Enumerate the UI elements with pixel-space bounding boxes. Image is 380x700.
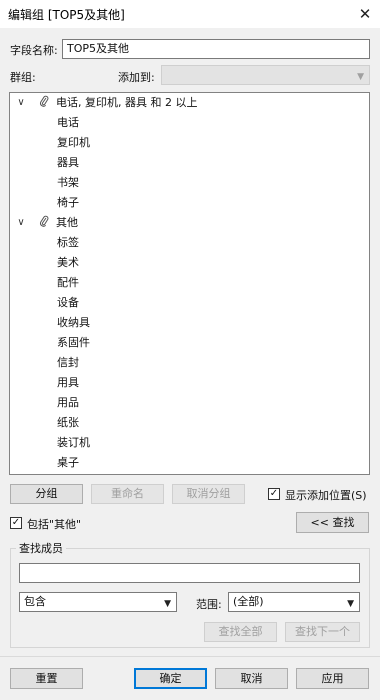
cancel-button[interactable]: 取消 xyxy=(215,668,288,689)
tree-group-row[interactable]: ∨ 电话, 复印机, 器具 和 2 以上 xyxy=(10,93,369,113)
find-next-button[interactable]: 查找下一个 xyxy=(285,622,360,642)
dropdown-arrow-icon: ▼ xyxy=(164,599,171,609)
tree-group-row[interactable]: ∨ 其他 xyxy=(10,213,369,233)
tree-item[interactable]: 信封 xyxy=(10,353,369,373)
tree-item-label: 标签 xyxy=(57,236,79,249)
scope-value: (全部) xyxy=(233,595,264,608)
tree-item[interactable]: 椅子 xyxy=(10,193,369,213)
tree-item[interactable]: 配件 xyxy=(10,273,369,293)
tree-group-label: 电话, 复印机, 器具 和 2 以上 xyxy=(56,96,198,109)
tree-item[interactable]: 器具 xyxy=(10,153,369,173)
tree-item[interactable]: 用品 xyxy=(10,393,369,413)
match-mode-dropdown[interactable]: 包含 ▼ xyxy=(19,592,177,612)
tree-item[interactable]: 系固件 xyxy=(10,333,369,353)
add-to-dropdown[interactable]: ▼ xyxy=(161,65,370,85)
tree-item[interactable]: 用具 xyxy=(10,373,369,393)
window-title: 编辑组 [TOP5及其他] xyxy=(8,8,125,22)
match-mode-value: 包含 xyxy=(24,595,46,608)
footer-divider xyxy=(0,656,380,657)
tree-item-label: 配件 xyxy=(57,276,79,289)
check-icon: ✓ xyxy=(269,488,279,499)
tree-item[interactable]: 标签 xyxy=(10,233,369,253)
group-button[interactable]: 分组 xyxy=(10,484,83,504)
tree-item-label: 设备 xyxy=(57,296,79,309)
tree-item[interactable]: 纸张 xyxy=(10,413,369,433)
tree-item[interactable]: 电话 xyxy=(10,113,369,133)
tree-group-label: 其他 xyxy=(56,216,78,229)
chevron-down-icon[interactable]: ∨ xyxy=(15,93,27,113)
find-all-button[interactable]: 查找全部 xyxy=(204,622,277,642)
add-to-label: 添加到: xyxy=(118,71,155,84)
find-toggle-button[interactable]: << 查找 xyxy=(296,512,369,533)
tree-item-label: 美术 xyxy=(57,256,79,269)
tree-item-label: 纸张 xyxy=(57,416,79,429)
dropdown-arrow-icon: ▼ xyxy=(347,599,354,609)
tree-item[interactable]: 装订机 xyxy=(10,433,369,453)
tree-item[interactable]: 收纳具 xyxy=(10,313,369,333)
field-name-input[interactable]: TOP5及其他 xyxy=(62,39,370,59)
dropdown-arrow-icon: ▼ xyxy=(357,72,364,82)
tree-item-label: 器具 xyxy=(57,156,79,169)
tree-item-label: 装订机 xyxy=(57,436,90,449)
scope-dropdown[interactable]: (全部) ▼ xyxy=(228,592,360,612)
rename-button[interactable]: 重命名 xyxy=(91,484,164,504)
tree-item-label: 电话 xyxy=(57,116,79,129)
ungroup-button[interactable]: 取消分组 xyxy=(172,484,245,504)
tree-item-label: 用品 xyxy=(57,396,79,409)
check-icon: ✓ xyxy=(11,517,21,528)
tree-item-label: 信封 xyxy=(57,356,79,369)
tree-item-label: 桌子 xyxy=(57,456,79,469)
tree-item-label: 收纳具 xyxy=(57,316,90,329)
tree-item-label: 书架 xyxy=(57,176,79,189)
tree-item-label: 椅子 xyxy=(57,196,79,209)
tree-item[interactable]: 书架 xyxy=(10,173,369,193)
scope-label: 范围: xyxy=(196,598,222,611)
tree-item[interactable]: 复印机 xyxy=(10,133,369,153)
tree-item[interactable]: 美术 xyxy=(10,253,369,273)
chevron-down-icon[interactable]: ∨ xyxy=(15,213,27,233)
paperclip-icon xyxy=(38,93,50,113)
ok-button[interactable]: 确定 xyxy=(134,668,207,689)
tree-item-label: 复印机 xyxy=(57,136,90,149)
include-other-checkbox[interactable]: ✓ xyxy=(10,517,22,529)
field-name-label: 字段名称: xyxy=(10,44,58,57)
find-input[interactable] xyxy=(19,563,360,583)
tree-item[interactable]: 设备 xyxy=(10,293,369,313)
tree-item-label: 系固件 xyxy=(57,336,90,349)
reset-button[interactable]: 重置 xyxy=(10,668,83,689)
apply-button[interactable]: 应用 xyxy=(296,668,369,689)
tree-item-label: 用具 xyxy=(57,376,79,389)
show-add-location-label: 显示添加位置(S) xyxy=(285,489,367,502)
group-label: 群组: xyxy=(10,71,36,84)
close-icon[interactable]: ✕ xyxy=(354,3,376,25)
find-members-title: 查找成员 xyxy=(16,540,66,556)
include-other-label: 包括"其他" xyxy=(27,518,82,531)
tree-item[interactable]: 桌子 xyxy=(10,453,369,473)
show-add-location-checkbox[interactable]: ✓ xyxy=(268,488,280,500)
paperclip-icon xyxy=(38,213,50,233)
group-tree[interactable]: ∨ 电话, 复印机, 器具 和 2 以上 电话复印机器具书架椅子 ∨ 其他标签美术配件设… xyxy=(9,92,370,475)
